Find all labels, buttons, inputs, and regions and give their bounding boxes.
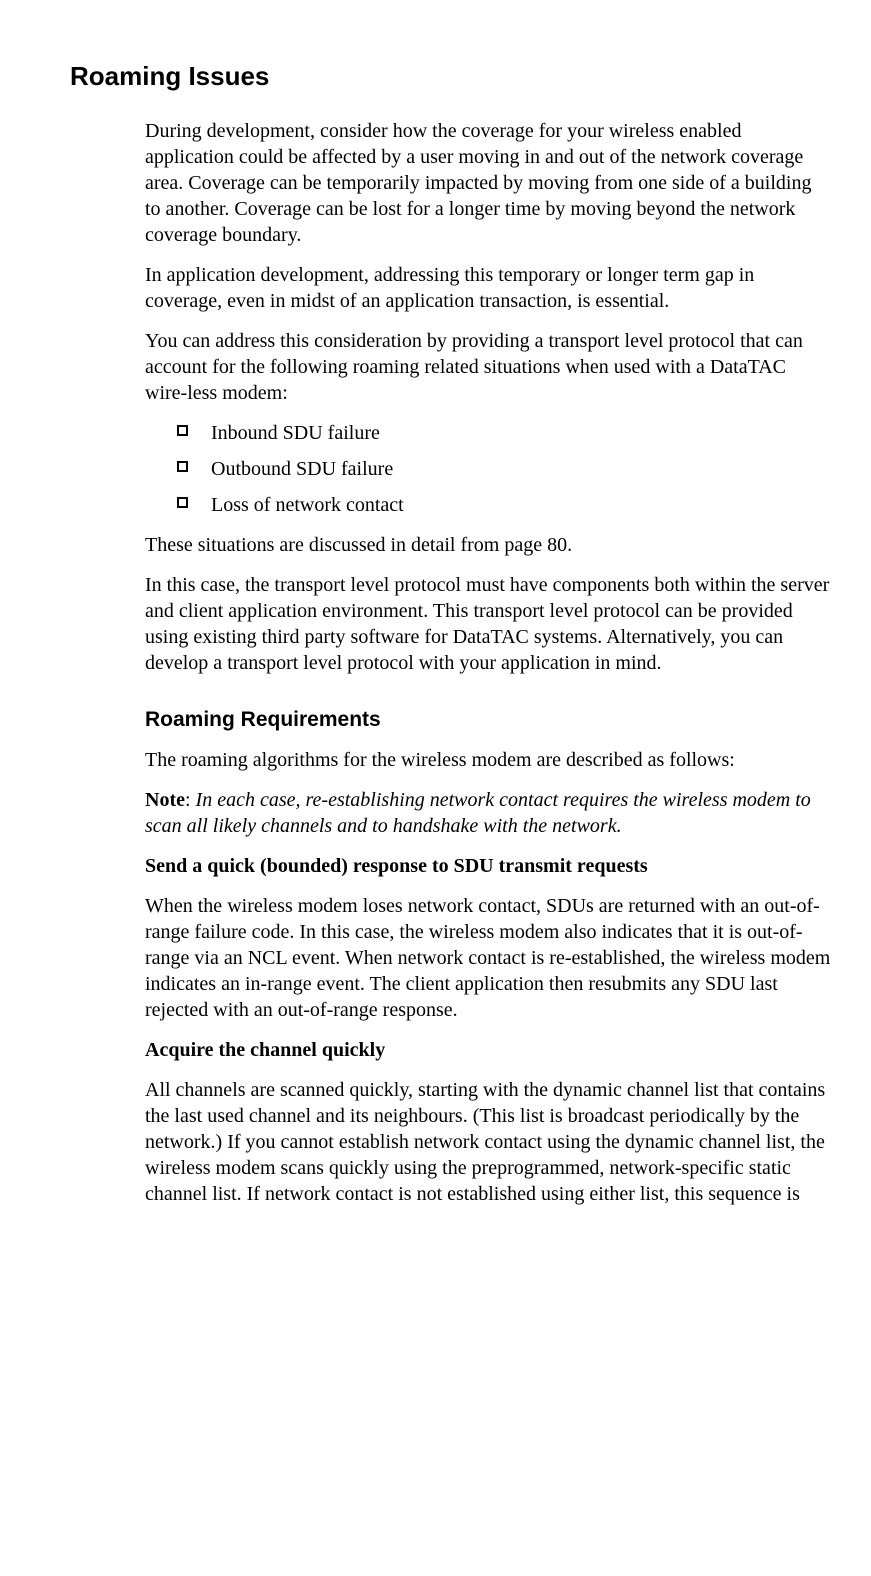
list-item: Inbound SDU failure <box>145 420 831 446</box>
note-text: In each case, re-establishing network co… <box>145 789 811 837</box>
main-content: During development, consider how the cov… <box>145 118 831 1207</box>
bullet-list: Inbound SDU failure Outbound SDU failure… <box>145 420 831 518</box>
bullet-square-icon <box>177 425 188 436</box>
paragraph: In application development, addressing t… <box>145 262 831 314</box>
section-heading: Roaming Requirements <box>145 706 831 733</box>
sub-heading: Send a quick (bounded) response to SDU t… <box>145 853 831 879</box>
note-label: Note <box>145 789 185 811</box>
paragraph: In this case, the transport level protoc… <box>145 572 831 676</box>
bullet-square-icon <box>177 461 188 472</box>
list-item: Outbound SDU failure <box>145 456 831 482</box>
paragraph: When the wireless modem loses network co… <box>145 893 831 1023</box>
paragraph: These situations are discussed in detail… <box>145 532 831 558</box>
list-item-text: Outbound SDU failure <box>211 458 393 480</box>
note-colon: : <box>185 789 196 811</box>
list-item-text: Inbound SDU failure <box>211 422 380 444</box>
bullet-square-icon <box>177 497 188 508</box>
list-item: Loss of network contact <box>145 492 831 518</box>
paragraph: During development, consider how the cov… <box>145 118 831 248</box>
paragraph: All channels are scanned quickly, starti… <box>145 1077 831 1207</box>
sub-heading: Acquire the channel quickly <box>145 1037 831 1063</box>
list-item-text: Loss of network contact <box>211 494 404 516</box>
page-title: Roaming Issues <box>40 60 831 94</box>
paragraph: You can address this consideration by pr… <box>145 328 831 406</box>
note-paragraph: Note: In each case, re-establishing netw… <box>145 787 831 839</box>
paragraph: The roaming algorithms for the wireless … <box>145 747 831 773</box>
